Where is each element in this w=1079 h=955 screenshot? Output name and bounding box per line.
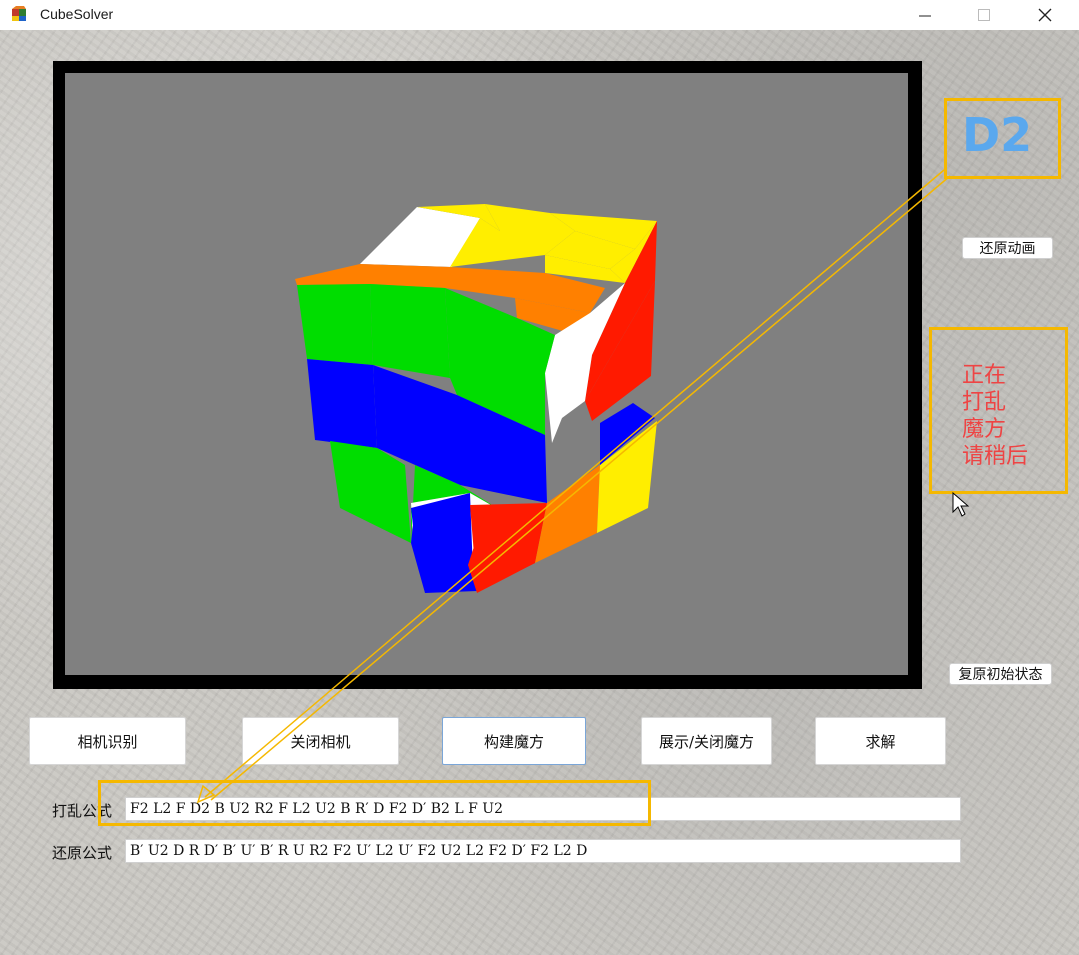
annotation-arrow: [196, 169, 951, 804]
cubesolver-window: CubeSolver D2 还原动画 正在 打乱 魔方 请稍后 复原初始状态 相…: [0, 0, 1079, 955]
